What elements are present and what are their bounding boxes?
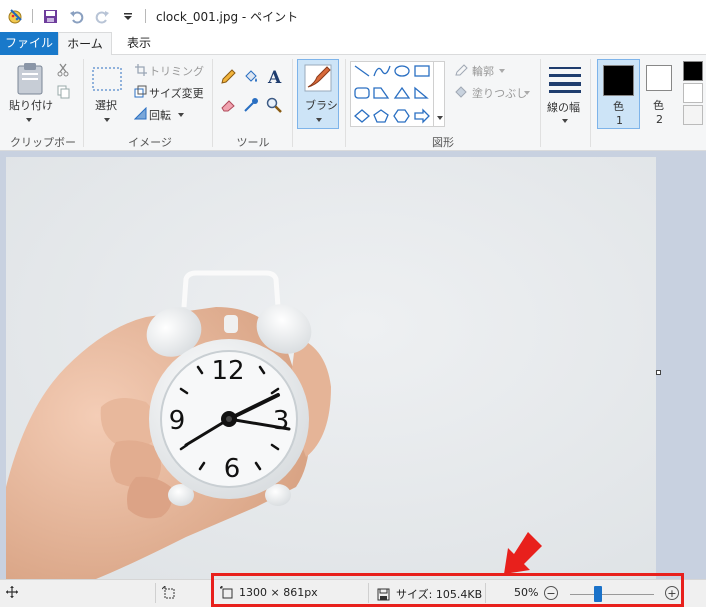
svg-text:9: 9 xyxy=(169,406,186,436)
select-icon[interactable] xyxy=(91,66,123,92)
paste-icon[interactable] xyxy=(14,61,46,95)
crop-button[interactable]: トリミング xyxy=(149,63,204,79)
shapes-gallery[interactable] xyxy=(350,61,434,127)
customize-quick-access-icon[interactable] xyxy=(119,7,137,25)
group-separator xyxy=(83,59,84,147)
select-dropdown-arrow[interactable] xyxy=(104,118,110,122)
group-label-tools: ツール xyxy=(236,136,270,149)
resize-button[interactable]: サイズ変更 xyxy=(149,85,204,101)
paint-app-icon[interactable] xyxy=(6,7,24,25)
paste-dropdown-arrow[interactable] xyxy=(26,118,32,122)
palette-color-black[interactable] xyxy=(683,61,703,81)
outline-icon[interactable] xyxy=(453,63,469,77)
color2-number: 2 xyxy=(656,113,663,126)
color2-swatch[interactable] xyxy=(646,65,672,91)
shapes-gallery-expand-arrow[interactable] xyxy=(437,116,443,120)
group-separator xyxy=(212,59,213,147)
crop-icon[interactable] xyxy=(134,63,147,76)
title-separator xyxy=(32,9,33,23)
group-separator xyxy=(292,59,293,147)
magnifier-icon[interactable] xyxy=(266,97,282,113)
title-bar: clock_001.jpg - ペイント xyxy=(0,0,706,32)
save-icon[interactable] xyxy=(41,7,59,25)
ribbon: 貼り付け クリップボード 選択 トリミング サイズ変更 回転 イメージ A xyxy=(0,55,706,165)
canvas-workspace[interactable]: 12 3 6 9 xyxy=(0,151,706,579)
window-title: clock_001.jpg - ペイント xyxy=(156,9,299,24)
fill-bucket-icon[interactable] xyxy=(243,69,259,85)
color1-label: 色 xyxy=(613,100,624,113)
svg-text:12: 12 xyxy=(211,356,244,386)
rotate-icon[interactable] xyxy=(134,107,147,120)
svg-text:6: 6 xyxy=(224,454,241,484)
line-width-dropdown-arrow[interactable] xyxy=(562,119,568,123)
selection-size xyxy=(162,586,175,599)
group-separator xyxy=(590,59,591,147)
paste-button[interactable]: 貼り付け xyxy=(9,97,53,113)
line-width-icon[interactable] xyxy=(549,65,581,93)
group-label-shapes: 図形 xyxy=(432,136,454,149)
group-separator xyxy=(345,59,346,147)
color1-swatch xyxy=(603,65,634,96)
pencil-icon[interactable] xyxy=(220,69,236,85)
group-separator xyxy=(540,59,541,147)
color-picker-icon[interactable] xyxy=(243,97,259,113)
annotation-highlight-box xyxy=(211,573,684,607)
text-tool-icon[interactable]: A xyxy=(266,67,284,85)
cut-icon[interactable] xyxy=(56,63,70,77)
shapes-gallery-icons xyxy=(354,65,430,124)
rotate-button[interactable]: 回転 xyxy=(149,107,171,123)
tab-home[interactable]: ホーム xyxy=(58,32,112,56)
image-canvas[interactable]: 12 3 6 9 xyxy=(6,157,656,579)
cursor-position xyxy=(6,586,18,598)
brushes-label: ブラシ xyxy=(305,99,338,112)
fill-button[interactable]: 塗りつぶし xyxy=(472,85,527,101)
tab-file[interactable]: ファイル xyxy=(0,32,58,55)
rotate-dropdown-arrow[interactable] xyxy=(178,113,184,117)
resize-icon[interactable] xyxy=(134,85,147,98)
canvas-resize-handle-right[interactable] xyxy=(656,370,661,375)
redo-icon[interactable] xyxy=(93,7,111,25)
outline-dropdown-arrow[interactable] xyxy=(499,69,505,73)
annotation-arrow xyxy=(498,532,542,576)
select-button[interactable]: 選択 xyxy=(95,97,117,113)
fill-dropdown-arrow[interactable] xyxy=(524,91,530,95)
selection-size-icon xyxy=(162,586,175,599)
tab-view[interactable]: 表示 xyxy=(116,32,162,55)
cursor-position-icon xyxy=(6,586,18,598)
color2-label: 色 xyxy=(653,99,664,112)
color1-button[interactable]: 色 1 xyxy=(597,59,640,129)
status-separator xyxy=(155,583,156,603)
eraser-icon[interactable] xyxy=(220,97,236,113)
palette-color-white[interactable] xyxy=(683,83,703,103)
title-separator xyxy=(145,9,146,23)
group-label-image: イメージ xyxy=(128,136,172,149)
undo-icon[interactable] xyxy=(67,7,85,25)
brushes-button[interactable]: ブラシ xyxy=(297,59,339,129)
copy-icon[interactable] xyxy=(56,85,70,99)
palette-color-empty[interactable] xyxy=(683,105,703,125)
svg-text:3: 3 xyxy=(273,406,290,436)
fill-icon[interactable] xyxy=(453,85,469,99)
clock-photo: 12 3 6 9 xyxy=(6,157,656,579)
outline-button[interactable]: 輪郭 xyxy=(472,63,494,79)
ribbon-tabs: ファイル ホーム 表示 xyxy=(0,32,706,56)
svg-text:A: A xyxy=(267,68,282,85)
color1-number: 1 xyxy=(616,114,623,127)
line-width-button[interactable]: 線の幅 xyxy=(547,99,580,115)
brushes-dropdown-arrow xyxy=(316,118,322,122)
brush-icon xyxy=(302,62,334,94)
